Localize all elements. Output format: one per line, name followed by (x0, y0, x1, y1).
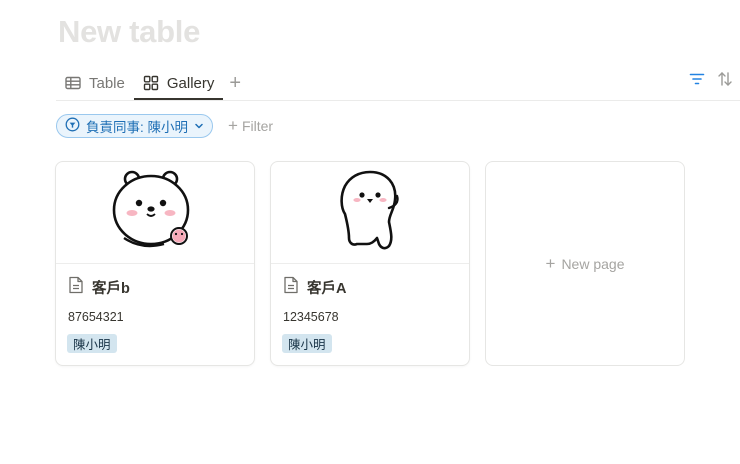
plus-icon: + (545, 253, 556, 273)
card-title-row: 客戶A (283, 276, 346, 299)
page-icon (68, 276, 84, 299)
page-icon (283, 276, 299, 299)
new-page-label: New page (561, 255, 625, 272)
new-page-button[interactable]: + New page (485, 161, 685, 366)
add-filter-label: Filter (241, 118, 274, 134)
table-icon (65, 75, 81, 91)
card-phone: 12345678 (283, 310, 339, 324)
filter-chip[interactable]: 負責同事: 陳小明 (56, 114, 214, 138)
filter-circle-icon (65, 117, 80, 135)
gallery-card[interactable]: 客戶A 12345678 陳小明 (270, 161, 470, 366)
card-title-row: 客戶b (68, 276, 130, 299)
blob-sticker-image (337, 168, 403, 257)
sort-icon (717, 71, 733, 92)
card-person-tag: 陳小明 (67, 334, 117, 353)
filter-button[interactable] (687, 71, 707, 91)
card-name: 客戶b (92, 281, 130, 297)
card-phone: 87654321 (68, 310, 124, 324)
gallery-card[interactable]: 客戶b 87654321 陳小明 (55, 161, 255, 366)
add-view-button[interactable]: + (223, 66, 247, 100)
filter-icon (689, 72, 705, 91)
bear-sticker-image (112, 166, 198, 259)
tab-table-label: Table (89, 74, 125, 92)
add-filter-button[interactable]: + Filter (228, 115, 273, 137)
plus-icon: + (229, 71, 242, 94)
gallery-icon (143, 75, 159, 91)
card-cover (271, 162, 469, 264)
tab-gallery-label: Gallery (166, 74, 215, 92)
card-person-tag: 陳小明 (282, 334, 332, 353)
tab-table[interactable]: Table (56, 66, 134, 100)
chevron-down-icon (194, 119, 204, 134)
filter-chip-label: 負責同事: 陳小明 (86, 120, 189, 135)
card-name: 客戶A (307, 281, 347, 297)
page-title[interactable]: New table (58, 14, 200, 50)
view-tabs: Table Gallery + (56, 66, 247, 100)
card-cover (56, 162, 254, 264)
view-divider (56, 100, 740, 101)
sort-button[interactable] (715, 71, 735, 91)
plus-icon: + (228, 116, 238, 135)
tab-gallery[interactable]: Gallery (133, 66, 224, 100)
